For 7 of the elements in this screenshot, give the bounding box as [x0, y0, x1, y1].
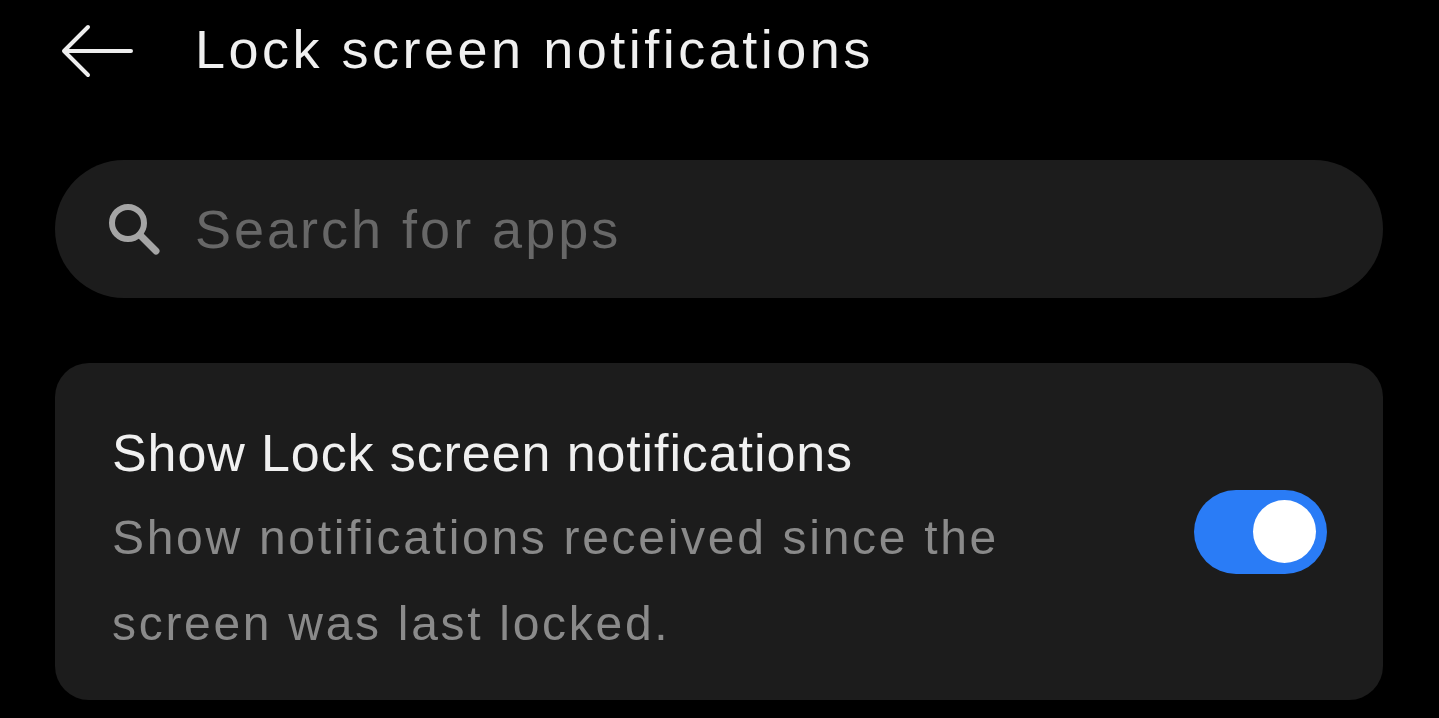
search-field[interactable]: Search for apps [55, 160, 1383, 298]
setting-description: Show notifications received since the screen was last locked. [112, 509, 1000, 652]
page-title: Lock screen notifications [195, 18, 874, 80]
search-input[interactable]: Search for apps [195, 194, 1343, 264]
search-icon [107, 202, 161, 256]
back-icon[interactable] [61, 24, 133, 78]
setting-title: Show Lock screen notifications [112, 422, 853, 484]
